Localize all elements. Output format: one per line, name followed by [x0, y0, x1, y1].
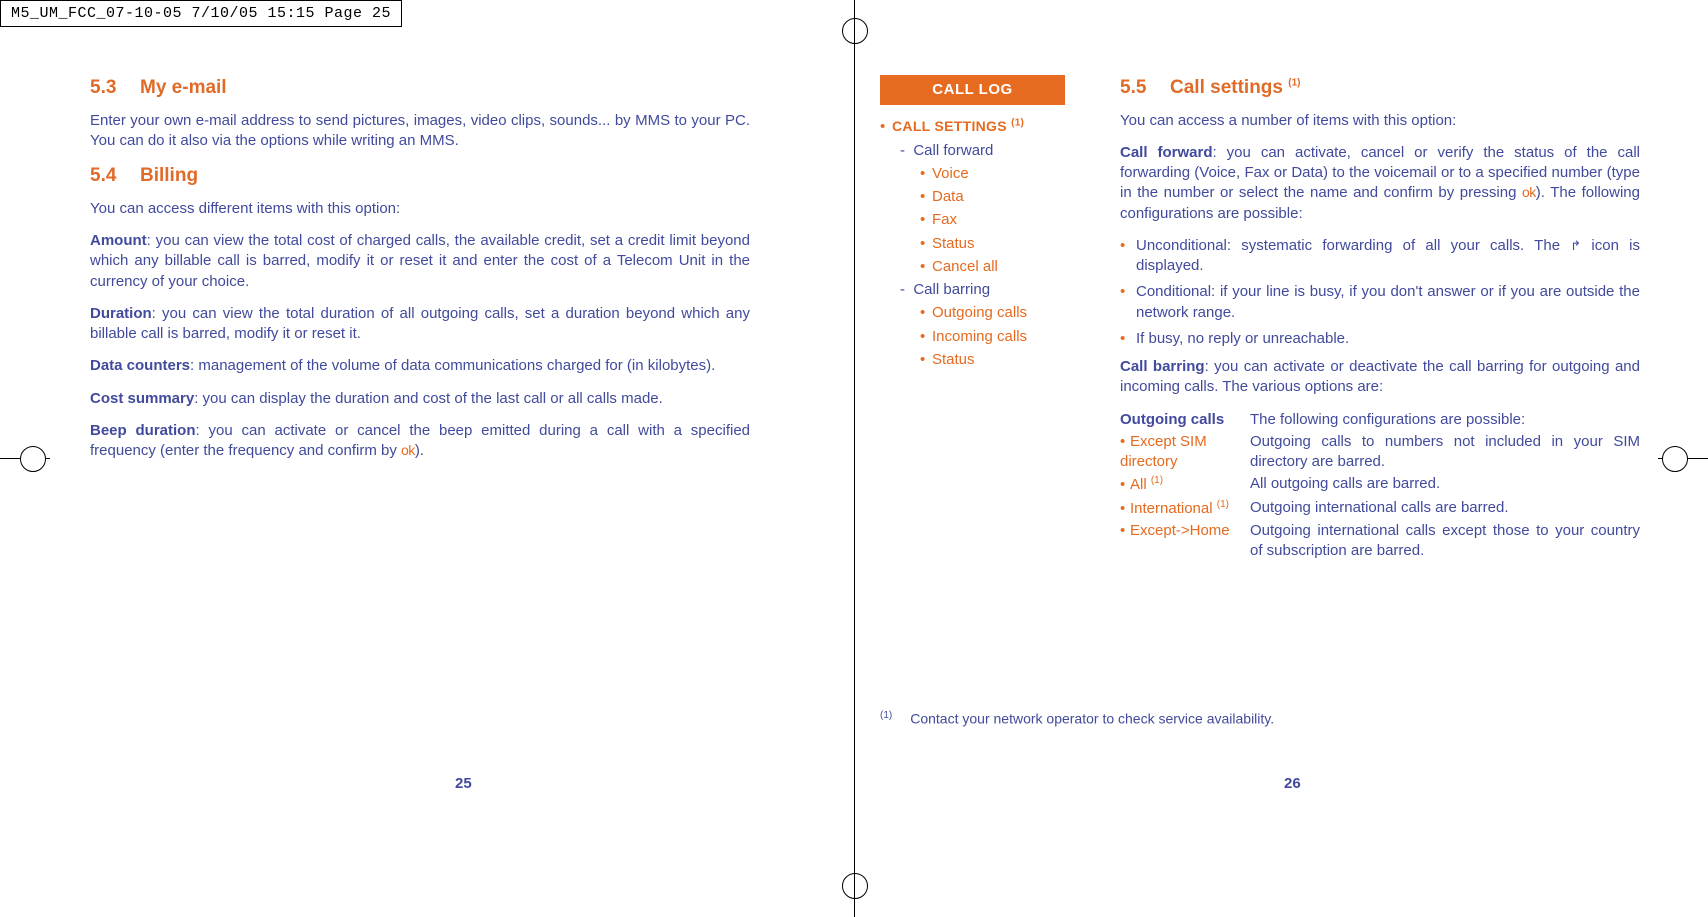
ok-icon: ok — [1522, 184, 1536, 200]
row-sup: (1) — [1217, 499, 1229, 510]
menu-status: •Status — [920, 232, 1090, 255]
menu-call-forward: - Call forward — [900, 139, 1090, 162]
menu-label: Fax — [932, 211, 957, 228]
label-call-barring: Call barring — [1120, 358, 1205, 375]
row-text: Outgoing international calls are barred. — [1250, 498, 1640, 519]
menu-label: Status — [932, 351, 975, 368]
heading-sup: (1) — [1288, 78, 1300, 89]
forward-icon: ↱ — [1570, 238, 1581, 253]
text-duration: : you can view the total duration of all… — [90, 305, 750, 342]
bullet-text-a: Unconditional: systematic forwarding of … — [1136, 237, 1570, 254]
menu-label: Voice — [932, 165, 969, 182]
row-outgoing: Outgoing calls The following configurati… — [1120, 410, 1640, 430]
row-except-home: •Except->Home Outgoing international cal… — [1120, 521, 1640, 562]
bullet-conditional: •Conditional: if your line is busy, if y… — [1120, 282, 1640, 323]
menu-call-barring: - Call barring — [900, 278, 1090, 301]
bullet-text: If busy, no reply or unreachable. — [1136, 329, 1640, 349]
call-log-tag: CALL LOG — [880, 75, 1065, 105]
bullet-unconditional: •Unconditional: systematic forwarding of… — [1120, 236, 1640, 277]
page-26: CALL LOG •CALL SETTINGS (1) - Call forwa… — [880, 75, 1640, 563]
footnote-sup: (1) — [880, 710, 892, 721]
para-call-forward: Call forward: you can activate, cancel o… — [1120, 143, 1640, 224]
page-number-26: 26 — [1284, 775, 1301, 792]
row-text: Outgoing calls to numbers not included i… — [1250, 432, 1640, 473]
heading-5-4: 5.4Billing — [90, 163, 750, 189]
para-datacounters: Data counters: management of the volume … — [90, 356, 750, 376]
menu-label: Incoming calls — [932, 328, 1027, 345]
text-outgoing: The following configurations are possibl… — [1250, 410, 1640, 430]
body-column: 5.5Call settings (1) You can access a nu… — [1120, 75, 1640, 563]
menu-incoming: •Incoming calls — [920, 325, 1090, 348]
row-label: Except SIM directory — [1120, 433, 1207, 470]
menu-outgoing: •Outgoing calls — [920, 301, 1090, 324]
menu-label: Call forward — [913, 142, 993, 159]
row-sup: (1) — [1151, 475, 1163, 486]
label-beepduration: Beep duration — [90, 422, 196, 439]
menu-call-settings: •CALL SETTINGS (1) — [880, 115, 1090, 138]
text-costsummary: : you can display the duration and cost … — [194, 390, 663, 407]
menu-cancel-all: •Cancel all — [920, 255, 1090, 278]
label-datacounters: Data counters — [90, 357, 190, 374]
menu-label: Outgoing calls — [932, 304, 1027, 321]
page-25: 5.3My e-mail Enter your own e-mail addre… — [90, 75, 750, 473]
label-costsummary: Cost summary — [90, 390, 194, 407]
crop-mark-right — [1658, 458, 1708, 459]
row-label: International — [1130, 500, 1217, 517]
label-duration: Duration — [90, 305, 152, 322]
heading-5-3: 5.3My e-mail — [90, 75, 750, 101]
heading-title: My e-mail — [140, 77, 227, 98]
heading-title: Call settings (1) — [1170, 77, 1300, 98]
label-amount: Amount — [90, 232, 147, 249]
heading-number: 5.4 — [90, 163, 140, 189]
para-5-4-intro: You can access different items with this… — [90, 199, 750, 219]
menu-data: •Data — [920, 185, 1090, 208]
row-text: Outgoing international calls except thos… — [1250, 521, 1640, 562]
ok-icon: ok — [401, 442, 415, 458]
menu-label: Status — [932, 235, 975, 252]
label-outgoing: Outgoing calls — [1120, 411, 1224, 428]
page-divider — [854, 0, 855, 917]
heading-title: Billing — [140, 165, 198, 186]
menu-column: CALL LOG •CALL SETTINGS (1) - Call forwa… — [880, 75, 1090, 563]
text-datacounters: : management of the volume of data commu… — [190, 357, 715, 374]
crop-mark-left — [0, 458, 50, 459]
para-costsummary: Cost summary: you can display the durati… — [90, 389, 750, 409]
para-beepduration: Beep duration: you can activate or cance… — [90, 421, 750, 462]
row-label: All — [1130, 476, 1151, 493]
heading-number: 5.5 — [1120, 75, 1170, 101]
bullet-text: Conditional: if your line is busy, if yo… — [1136, 282, 1640, 323]
row-text: All outgoing calls are barred. — [1250, 474, 1640, 495]
page-number-25: 25 — [455, 775, 472, 792]
text-beepduration-b: ). — [415, 442, 424, 459]
para-call-barring: Call barring: you can activate or deacti… — [1120, 357, 1640, 398]
para-duration: Duration: you can view the total duratio… — [90, 304, 750, 345]
heading-number: 5.3 — [90, 75, 140, 101]
heading-5-5: 5.5Call settings (1) — [1120, 75, 1640, 101]
menu-voice: •Voice — [920, 162, 1090, 185]
menu-label: Call barring — [913, 281, 990, 298]
footnote: (1) Contact your network operator to chec… — [880, 710, 1274, 727]
crop-mark-label: M5_UM_FCC_07-10-05 7/10/05 15:15 Page 25 — [0, 0, 402, 27]
menu-sup: (1) — [1011, 118, 1024, 129]
menu-fax: •Fax — [920, 208, 1090, 231]
para-5-3: Enter your own e-mail address to send pi… — [90, 111, 750, 152]
row-international: •International (1) Outgoing internationa… — [1120, 498, 1640, 519]
menu-status-2: •Status — [920, 348, 1090, 371]
menu-label-call-settings: CALL SETTINGS — [892, 118, 1011, 134]
row-all: •All (1) All outgoing calls are barred. — [1120, 474, 1640, 495]
text-amount: : you can view the total cost of charged… — [90, 232, 750, 290]
footnote-text: Contact your network operator to check s… — [910, 711, 1274, 727]
bullet-ifbusy: •If busy, no reply or unreachable. — [1120, 329, 1640, 349]
label-call-forward: Call forward — [1120, 144, 1213, 161]
row-label: Except->Home — [1130, 522, 1230, 539]
row-except-sim: •Except SIM directory Outgoing calls to … — [1120, 432, 1640, 473]
menu-label: Cancel all — [932, 258, 998, 275]
menu-label: Data — [932, 188, 964, 205]
para-amount: Amount: you can view the total cost of c… — [90, 231, 750, 292]
para-5-5-intro: You can access a number of items with th… — [1120, 111, 1640, 131]
